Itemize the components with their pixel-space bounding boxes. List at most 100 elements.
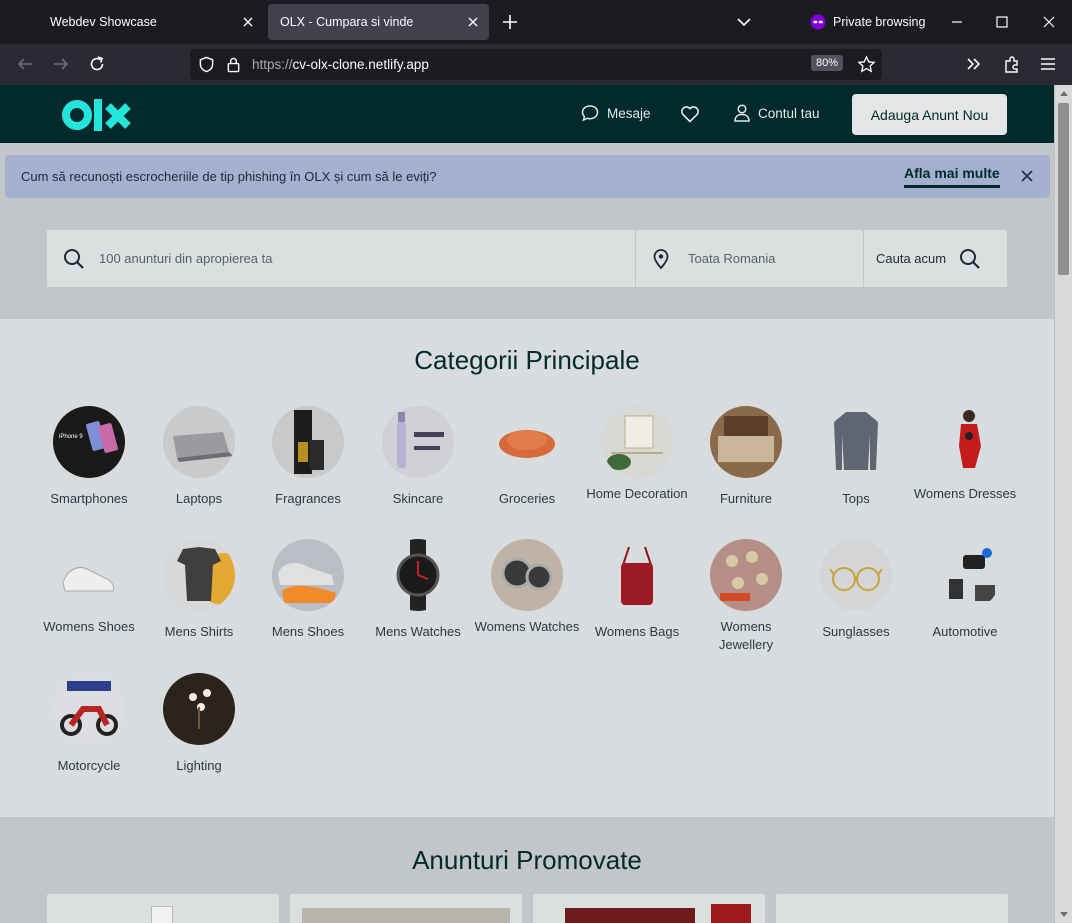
promoted-ad-card[interactable] (776, 894, 1008, 923)
category-label: Automotive (932, 624, 998, 639)
category-label: Mens Shirts (164, 624, 234, 639)
category-fragrances[interactable]: Fragrances (254, 406, 362, 508)
url-text[interactable]: https://cv-olx-clone.netlify.app (252, 57, 429, 72)
category-tops[interactable]: Tops (802, 406, 910, 508)
category-womens-watches[interactable]: Womens Watches (473, 539, 581, 636)
category-image (929, 539, 1001, 611)
category-label: Womens Watches (474, 619, 580, 634)
promoted-ad-card[interactable] (533, 894, 765, 923)
category-label: Womens Shoes (43, 619, 135, 634)
messages-link[interactable]: Mesaje (580, 103, 651, 123)
olx-logo[interactable] (62, 97, 132, 133)
category-image (491, 539, 563, 611)
category-label: Skincare (392, 491, 444, 506)
category-womens-jewellery[interactable]: Womens Jewellery (692, 539, 800, 654)
tab-webdev-showcase[interactable]: Webdev Showcase (38, 4, 264, 40)
category-label: Fragrances (275, 491, 341, 506)
extensions-icon[interactable] (1002, 54, 1022, 74)
page-viewport: Mesaje Contul tau Adauga Anunt Nou Cum s… (0, 85, 1072, 923)
category-automotive[interactable]: Automotive (911, 539, 1019, 641)
category-label: Mens Shoes (271, 624, 345, 639)
more-tools-icon[interactable] (964, 54, 984, 74)
category-label: Womens Jewellery (718, 619, 774, 652)
scroll-up-arrow-icon[interactable] (1059, 89, 1069, 97)
browser-tab-bar: Webdev Showcase OLX - Cumpara si vinde P… (0, 0, 1072, 44)
url-bar[interactable]: https://cv-olx-clone.netlify.app 80% (190, 49, 882, 80)
promoted-ad-card[interactable] (47, 894, 279, 923)
category-image (601, 406, 673, 478)
bookmark-star-icon[interactable] (857, 55, 876, 74)
site-header: Mesaje Contul tau Adauga Anunt Nou (0, 85, 1054, 143)
category-label: Motorcycle (57, 758, 121, 773)
scroll-down-arrow-icon[interactable] (1059, 911, 1069, 919)
tab-olx[interactable]: OLX - Cumpara si vinde (268, 4, 489, 40)
browser-nav-bar: https://cv-olx-clone.netlify.app 80% (0, 44, 1072, 85)
category-skincare[interactable]: Skincare (364, 406, 472, 508)
svg-text:iPhone 9: iPhone 9 (59, 434, 83, 440)
minimize-icon[interactable] (947, 12, 967, 32)
category-womens-shoes[interactable]: Womens Shoes (35, 539, 143, 636)
private-browsing-label: Private browsing (833, 15, 926, 29)
post-ad-button[interactable]: Adauga Anunt Nou (852, 94, 1007, 135)
zoom-level-badge[interactable]: 80% (811, 55, 844, 71)
category-womens-bags[interactable]: Womens Bags (583, 539, 691, 641)
category-mens-watches[interactable]: Mens Watches (364, 539, 472, 641)
learn-more-link[interactable]: Afla mai multe (904, 165, 1000, 188)
category-image (929, 406, 1001, 478)
maximize-icon[interactable] (992, 12, 1012, 32)
reload-icon[interactable] (87, 54, 107, 74)
category-womens-dresses[interactable]: Womens Dresses (911, 406, 1019, 503)
category-groceries[interactable]: Groceries (473, 406, 581, 508)
category-label: Womens Bags (594, 624, 680, 639)
category-furniture[interactable]: Furniture (692, 406, 800, 508)
private-mask-icon (810, 14, 826, 30)
category-image (710, 406, 782, 478)
location-input[interactable]: Toata Romania (688, 251, 775, 266)
close-tab-icon[interactable] (240, 14, 256, 30)
category-motorcycle[interactable]: Motorcycle (35, 673, 143, 775)
search-input[interactable]: 100 anunturi din apropierea ta (99, 251, 272, 266)
category-image (53, 539, 125, 611)
location-pin-icon (653, 249, 669, 270)
category-sunglasses[interactable]: Sunglasses (802, 539, 910, 641)
close-tab-icon[interactable] (465, 14, 481, 30)
heart-icon[interactable] (680, 105, 700, 123)
category-label: Furniture (719, 491, 773, 506)
phishing-warning-banner: Cum să recunoști escrocheriile de tip ph… (5, 155, 1050, 198)
search-icon (64, 249, 84, 269)
search-button[interactable]: Cauta acum (876, 251, 946, 266)
promoted-ads-section: Anunturi Promovate (0, 817, 1054, 923)
category-mens-shoes[interactable]: Mens Shoes (254, 539, 362, 641)
category-label: Home Decoration (586, 486, 688, 501)
chevron-down-icon[interactable] (736, 14, 752, 30)
hamburger-menu-icon[interactable] (1038, 54, 1058, 74)
category-lighting[interactable]: Lighting (145, 673, 253, 775)
category-image (491, 406, 563, 478)
close-window-icon[interactable] (1039, 12, 1059, 32)
category-image (272, 406, 344, 478)
page-scrollbar[interactable] (1054, 85, 1072, 923)
forward-arrow-icon[interactable] (51, 54, 71, 74)
lock-icon[interactable] (226, 56, 241, 73)
back-arrow-icon[interactable] (15, 54, 35, 74)
close-icon[interactable] (1019, 168, 1035, 184)
chat-bubble-icon (581, 105, 599, 122)
category-image (163, 406, 235, 478)
tab-label: Webdev Showcase (50, 15, 157, 29)
search-divider (863, 230, 864, 287)
private-browsing-indicator: Private browsing (810, 12, 925, 32)
promoted-ad-card[interactable] (290, 894, 522, 923)
account-link[interactable]: Contul tau (733, 103, 820, 123)
shield-icon[interactable] (198, 56, 215, 73)
scrollbar-thumb[interactable] (1058, 103, 1069, 275)
user-icon (734, 104, 750, 122)
category-image (163, 673, 235, 745)
search-icon[interactable] (958, 247, 982, 271)
category-mens-shirts[interactable]: Mens Shirts (145, 539, 253, 641)
category-laptops[interactable]: Laptops (145, 406, 253, 508)
new-tab-icon[interactable] (500, 12, 520, 32)
category-home-decoration[interactable]: Home Decoration (583, 406, 691, 503)
category-smartphones[interactable]: iPhone 9 Smartphones (35, 406, 143, 508)
category-image (710, 539, 782, 611)
category-label: Womens Dresses (913, 486, 1017, 501)
